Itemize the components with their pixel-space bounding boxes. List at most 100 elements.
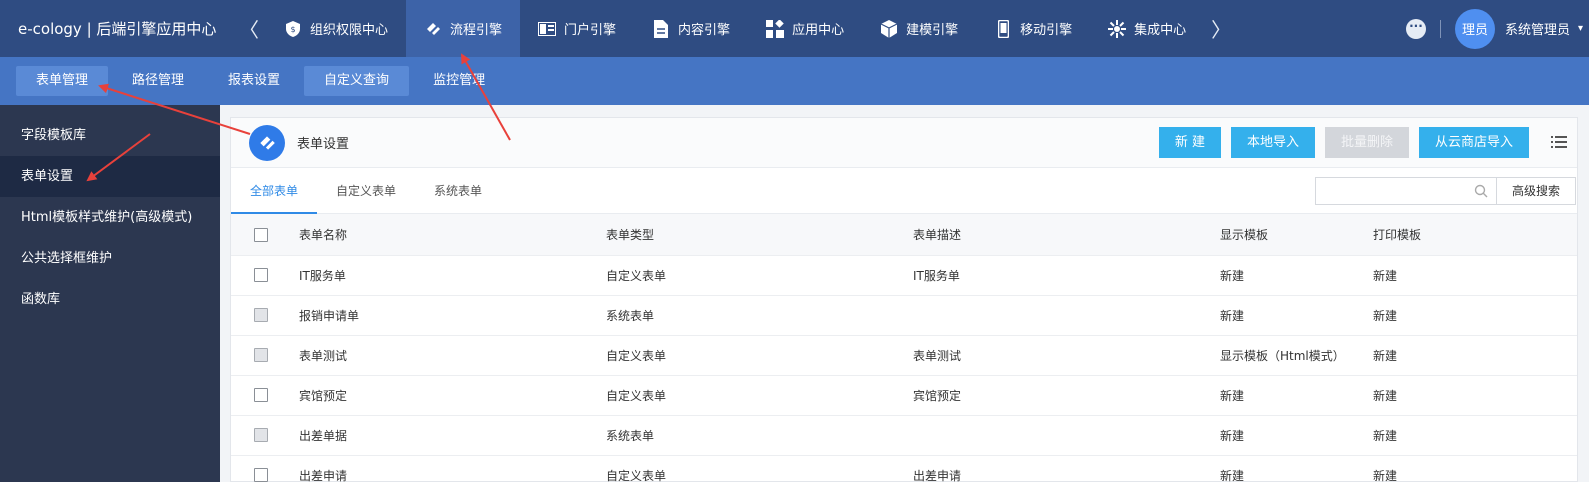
table-row[interactable]: 宾馆预定 自定义表单 宾馆预定 新建 新建 <box>231 375 1577 416</box>
form-name[interactable]: 报销申请单 <box>299 295 606 336</box>
topnav-item-integration[interactable]: 集成中心 <box>1090 0 1204 57</box>
subnav-item-form-management[interactable]: 表单管理 <box>16 66 109 96</box>
topnav-item-label: 集成中心 <box>1134 23 1187 38</box>
nav-prev-arrow-icon[interactable]: 〈 <box>232 14 266 43</box>
shield-icon: $ <box>284 20 302 38</box>
table-row[interactable]: 出差单据 系统表单 新建 新建 <box>231 415 1577 456</box>
column-header[interactable]: 表单名称 <box>299 214 606 256</box>
sidebar-item-public-selector[interactable]: 公共选择框维护 <box>0 238 220 279</box>
portal-icon <box>538 20 557 38</box>
topnav-item-mobile[interactable]: 移动引擎 <box>976 0 1090 57</box>
display-template-link[interactable]: 新建 <box>1220 375 1373 416</box>
form-name[interactable]: 出差申请 <box>299 455 606 482</box>
sub-nav: 表单管理 路径管理 报表设置 自定义查询 监控管理 <box>0 57 1589 105</box>
document-icon <box>652 19 670 38</box>
column-header[interactable]: 表单描述 <box>913 214 1220 256</box>
form-name[interactable]: IT服务单 <box>299 255 606 296</box>
display-template-link[interactable]: 显示模板（Html模式） <box>1220 335 1373 376</box>
form-type: 系统表单 <box>606 295 913 336</box>
print-template-link[interactable]: 新建 <box>1373 255 1577 296</box>
sidebar-item-form-settings[interactable]: 表单设置 <box>0 156 220 197</box>
search-input[interactable] <box>1315 177 1497 205</box>
print-template-link[interactable]: 新建 <box>1373 455 1577 482</box>
row-checkbox[interactable] <box>254 428 268 443</box>
table-row[interactable]: IT服务单 自定义表单 IT服务单 新建 新建 <box>231 255 1577 296</box>
topnav-item-org[interactable]: $ 组织权限中心 <box>266 0 406 57</box>
row-checkbox[interactable] <box>254 308 268 323</box>
subnav-item-monitoring[interactable]: 监控管理 <box>413 66 505 96</box>
table-row[interactable]: 出差申请 自定义表单 出差申请 新建 新建 <box>231 455 1577 482</box>
topnav-item-label: 内容引擎 <box>678 23 731 38</box>
workflow-icon <box>424 20 442 38</box>
column-header[interactable]: 表单类型 <box>606 214 913 256</box>
column-header[interactable]: 打印模板 <box>1373 214 1577 256</box>
select-all-checkbox[interactable] <box>254 227 268 242</box>
tab-custom-forms[interactable]: 自定义表单 <box>317 168 415 214</box>
integration-icon <box>1108 19 1127 38</box>
local-import-button[interactable]: 本地导入 <box>1230 127 1315 158</box>
tab-system-forms[interactable]: 系统表单 <box>415 168 501 214</box>
chevron-down-icon[interactable]: ▾ <box>1578 23 1583 34</box>
main-header: 表单设置 新 建 本地导入 批量删除 从云商店导入 <box>231 118 1577 168</box>
topnav-item-workflow[interactable]: 流程引擎 <box>406 0 521 57</box>
sidebar-item-html-template-styles[interactable]: Html模板样式维护(高级模式) <box>0 197 220 238</box>
nav-next-arrow-icon[interactable]: 〉 <box>1204 14 1238 43</box>
table-row[interactable]: 报销申请单 系统表单 新建 新建 <box>231 295 1577 336</box>
topnav-item-apps[interactable]: 应用中心 <box>748 0 862 57</box>
display-template-link[interactable]: 新建 <box>1220 255 1373 296</box>
mobile-icon <box>994 19 1012 38</box>
page-title: 表单设置 <box>297 137 350 152</box>
subnav-item-custom-query[interactable]: 自定义查询 <box>304 66 410 96</box>
batch-delete-button[interactable]: 批量删除 <box>1324 127 1409 158</box>
topnav-item-content[interactable]: 内容引擎 <box>634 0 748 57</box>
advanced-search-button[interactable]: 高级搜索 <box>1497 177 1576 205</box>
search-icon[interactable] <box>1474 184 1488 198</box>
row-checkbox[interactable] <box>254 348 268 363</box>
topnav-item-portal[interactable]: 门户引擎 <box>520 0 634 57</box>
display-template-link[interactable]: 新建 <box>1220 295 1373 336</box>
sidebar-item-function-library[interactable]: 函数库 <box>0 279 220 320</box>
display-template-link[interactable]: 新建 <box>1220 415 1373 456</box>
print-template-link[interactable]: 新建 <box>1373 415 1577 456</box>
topnav-item-modeling[interactable]: 建模引擎 <box>862 0 976 57</box>
form-type: 系统表单 <box>606 415 913 456</box>
tab-all-forms[interactable]: 全部表单 <box>231 168 318 214</box>
divider <box>1439 19 1441 38</box>
list-menu-icon[interactable] <box>1551 134 1567 150</box>
form-type: 自定义表单 <box>606 455 913 482</box>
app-brand[interactable]: e-cology | 后端引擎应用中心 <box>0 18 232 39</box>
form-desc <box>913 415 1220 456</box>
table-row[interactable]: 表单测试 自定义表单 表单测试 显示模板（Html模式） 新建 <box>231 335 1577 376</box>
cloud-import-button[interactable]: 从云商店导入 <box>1418 127 1529 158</box>
form-desc: 宾馆预定 <box>913 375 1220 416</box>
form-desc: 出差申请 <box>913 455 1220 482</box>
form-name[interactable]: 出差单据 <box>299 415 606 456</box>
avatar[interactable]: 理员 <box>1454 8 1495 49</box>
subnav-item-report-settings[interactable]: 报表设置 <box>208 66 300 96</box>
display-template-link[interactable]: 新建 <box>1220 455 1373 482</box>
topnav-item-label: 移动引擎 <box>1020 23 1073 38</box>
user-name[interactable]: 系统管理员 <box>1505 19 1570 38</box>
row-checkbox[interactable] <box>254 468 268 482</box>
column-header[interactable]: 显示模板 <box>1220 214 1373 256</box>
more-icon[interactable]: ··· <box>1405 18 1426 39</box>
topnav-item-label: 应用中心 <box>792 23 845 38</box>
cube-icon <box>880 19 898 38</box>
subnav-item-path-management[interactable]: 路径管理 <box>112 66 204 96</box>
new-button[interactable]: 新 建 <box>1158 127 1221 158</box>
workflow-icon <box>249 124 285 161</box>
topnav-item-label: 流程引擎 <box>450 23 503 38</box>
select-all-cell <box>231 214 299 256</box>
main-panel: 表单设置 新 建 本地导入 批量删除 从云商店导入 全部表单 自定义表单 系统表… <box>230 117 1578 482</box>
form-name[interactable]: 表单测试 <box>299 335 606 376</box>
row-checkbox[interactable] <box>254 388 268 403</box>
topnav-item-label: 建模引擎 <box>906 23 959 38</box>
sidebar-item-field-templates[interactable]: 字段模板库 <box>0 115 220 156</box>
form-name[interactable]: 宾馆预定 <box>299 375 606 416</box>
print-template-link[interactable]: 新建 <box>1373 375 1577 416</box>
topnav-item-label: 组织权限中心 <box>310 23 389 38</box>
print-template-link[interactable]: 新建 <box>1373 295 1577 336</box>
row-checkbox[interactable] <box>254 268 268 283</box>
toolbar: 新 建 本地导入 批量删除 从云商店导入 <box>1149 127 1529 158</box>
print-template-link[interactable]: 新建 <box>1373 335 1577 376</box>
